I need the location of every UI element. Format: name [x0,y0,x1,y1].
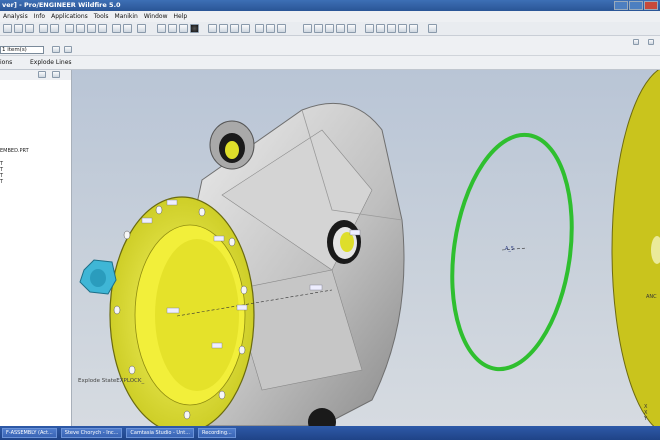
repaint-icon[interactable] [157,24,166,33]
new-icon[interactable] [3,24,12,33]
ring-axis-label: A_5 [505,246,514,252]
redo-icon[interactable] [50,24,59,33]
tab-options[interactable]: ions [0,59,12,66]
context-help-icon[interactable] [428,24,437,33]
find-tool-icon[interactable] [64,46,72,53]
undo-icon[interactable] [39,24,48,33]
refit-icon[interactable] [241,24,250,33]
close-button[interactable] [644,1,658,10]
right-toolbar-icon[interactable] [633,39,639,45]
taskbar-item[interactable]: F-ASSEMBLY (Act... [2,428,57,438]
menu-applications[interactable]: Applications [48,13,91,20]
shading-icon[interactable] [336,24,345,33]
explode-state-label: Explode StateEXPLOCK_ [78,378,145,384]
assembly-model: A_5 X X Y ANC [79,70,660,426]
csys-icon[interactable] [398,24,407,33]
tab-explode-lines[interactable]: Explode Lines [30,59,72,66]
right-toolbar-icon-2[interactable] [648,39,654,45]
datum-planes-icon[interactable] [365,24,374,33]
open-icon[interactable] [14,24,23,33]
taskbar-item[interactable]: Steve Chorych - Inc... [60,428,123,438]
zoom-in-icon[interactable] [219,24,228,33]
paste-special-icon[interactable] [98,24,107,33]
tree-show-icon[interactable] [52,71,60,78]
minimize-button[interactable] [614,1,628,10]
main-toolbar [0,22,660,36]
spin-center-icon[interactable] [168,24,177,33]
view-manager-icon[interactable] [277,24,286,33]
menu-info[interactable]: Info [31,13,48,20]
maximize-button[interactable] [629,1,643,10]
menu-help[interactable]: Help [170,13,190,20]
zoom-out-icon[interactable] [230,24,239,33]
taskbar-item[interactable]: Recording... [198,428,236,438]
tree-item[interactable]: T [0,179,3,185]
model-tree-header [0,70,72,80]
cut-icon[interactable] [65,24,74,33]
window-controls [614,1,658,10]
copy-icon[interactable] [76,24,85,33]
menu-manikin[interactable]: Manikin [112,13,141,20]
tab-bar: ions Explode Lines [0,56,660,70]
save-icon[interactable] [25,24,34,33]
enhanced-realism-icon[interactable] [347,24,356,33]
no-hidden-icon[interactable] [325,24,334,33]
hidden-line-icon[interactable] [314,24,323,33]
windows-taskbar: F-ASSEMBLY (Act... Steve Chorych - Inc..… [0,426,660,440]
layers-icon[interactable] [266,24,275,33]
datum-points-icon[interactable] [387,24,396,33]
filter-dropdown-icon[interactable] [52,46,60,53]
graphics-viewport[interactable]: A_5 X X Y ANC [72,70,660,426]
regenerate-icon[interactable] [112,24,121,33]
model-tree-panel: EMBED.PRT T T T T [0,80,72,426]
menu-tools[interactable]: Tools [91,13,112,20]
title-bar: ver] - Pro/ENGINEER Wildfire 5.0 [0,0,660,11]
orient-icon[interactable] [179,24,188,33]
taskbar-item[interactable]: Camtasia Studio - Unt... [126,428,194,438]
find-icon[interactable] [123,24,132,33]
menu-analysis[interactable]: Analysis [0,13,31,20]
green-o-ring [450,132,574,372]
tree-settings-icon[interactable] [38,71,46,78]
secondary-toolbar: 1 item(s) [0,36,660,56]
paste-icon[interactable] [87,24,96,33]
selection-filter-field[interactable]: 1 item(s) [0,46,44,54]
triad-label: ANC [646,294,657,300]
menu-bar: Analysis Info Applications Tools Manikin… [0,11,660,22]
datum-axes-icon[interactable] [376,24,385,33]
zoom-window-icon[interactable] [208,24,217,33]
appearance-icon[interactable] [190,24,199,33]
wireframe-icon[interactable] [303,24,312,33]
annotations-icon[interactable] [409,24,418,33]
menu-window[interactable]: Window [141,13,171,20]
window-title: ver] - Pro/ENGINEER Wildfire 5.0 [2,1,121,9]
tree-item[interactable]: EMBED.PRT [0,148,29,154]
select-icon[interactable] [137,24,146,33]
saved-views-icon[interactable] [255,24,264,33]
